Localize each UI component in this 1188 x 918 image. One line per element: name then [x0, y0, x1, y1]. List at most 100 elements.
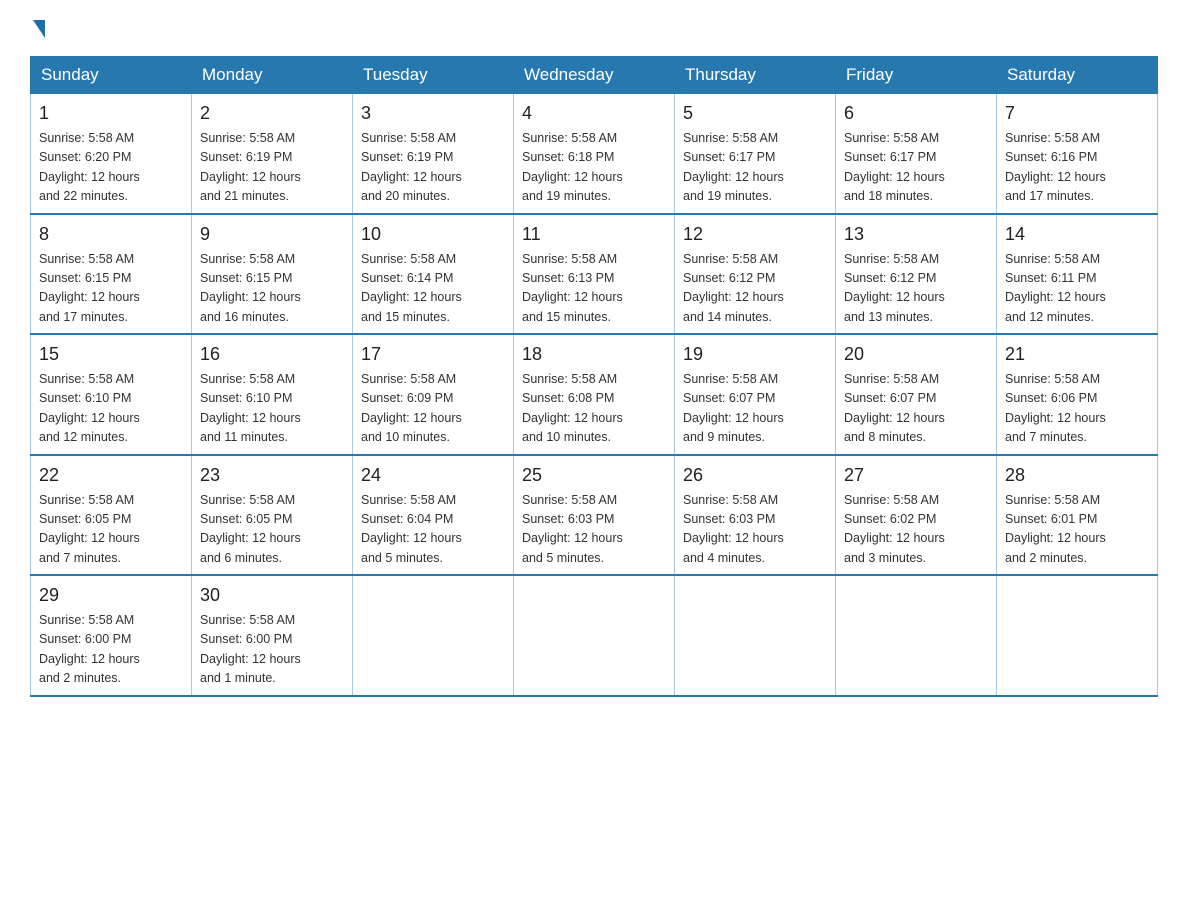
calendar-cell: 21Sunrise: 5:58 AMSunset: 6:06 PMDayligh…	[997, 334, 1158, 455]
day-number: 3	[361, 100, 505, 127]
calendar-cell: 11Sunrise: 5:58 AMSunset: 6:13 PMDayligh…	[514, 214, 675, 335]
day-number: 7	[1005, 100, 1149, 127]
day-number: 24	[361, 462, 505, 489]
calendar-table: SundayMondayTuesdayWednesdayThursdayFrid…	[30, 56, 1158, 697]
day-number: 22	[39, 462, 183, 489]
day-info: Sunrise: 5:58 AMSunset: 6:12 PMDaylight:…	[844, 250, 988, 328]
header-day-friday: Friday	[836, 57, 997, 94]
calendar-cell: 22Sunrise: 5:58 AMSunset: 6:05 PMDayligh…	[31, 455, 192, 576]
day-number: 15	[39, 341, 183, 368]
day-number: 6	[844, 100, 988, 127]
calendar-cell: 20Sunrise: 5:58 AMSunset: 6:07 PMDayligh…	[836, 334, 997, 455]
day-info: Sunrise: 5:58 AMSunset: 6:04 PMDaylight:…	[361, 491, 505, 569]
day-number: 5	[683, 100, 827, 127]
day-number: 19	[683, 341, 827, 368]
day-number: 1	[39, 100, 183, 127]
calendar-cell: 2Sunrise: 5:58 AMSunset: 6:19 PMDaylight…	[192, 94, 353, 214]
calendar-cell: 27Sunrise: 5:58 AMSunset: 6:02 PMDayligh…	[836, 455, 997, 576]
day-number: 28	[1005, 462, 1149, 489]
calendar-cell	[514, 575, 675, 696]
calendar-cell: 28Sunrise: 5:58 AMSunset: 6:01 PMDayligh…	[997, 455, 1158, 576]
day-number: 23	[200, 462, 344, 489]
day-info: Sunrise: 5:58 AMSunset: 6:09 PMDaylight:…	[361, 370, 505, 448]
calendar-week-1: 1Sunrise: 5:58 AMSunset: 6:20 PMDaylight…	[31, 94, 1158, 214]
day-number: 29	[39, 582, 183, 609]
day-number: 26	[683, 462, 827, 489]
day-info: Sunrise: 5:58 AMSunset: 6:15 PMDaylight:…	[200, 250, 344, 328]
calendar-cell: 4Sunrise: 5:58 AMSunset: 6:18 PMDaylight…	[514, 94, 675, 214]
calendar-body: 1Sunrise: 5:58 AMSunset: 6:20 PMDaylight…	[31, 94, 1158, 696]
day-info: Sunrise: 5:58 AMSunset: 6:12 PMDaylight:…	[683, 250, 827, 328]
day-info: Sunrise: 5:58 AMSunset: 6:10 PMDaylight:…	[39, 370, 183, 448]
calendar-cell: 10Sunrise: 5:58 AMSunset: 6:14 PMDayligh…	[353, 214, 514, 335]
day-number: 13	[844, 221, 988, 248]
day-number: 20	[844, 341, 988, 368]
day-info: Sunrise: 5:58 AMSunset: 6:03 PMDaylight:…	[683, 491, 827, 569]
header-day-saturday: Saturday	[997, 57, 1158, 94]
day-info: Sunrise: 5:58 AMSunset: 6:00 PMDaylight:…	[200, 611, 344, 689]
calendar-cell: 5Sunrise: 5:58 AMSunset: 6:17 PMDaylight…	[675, 94, 836, 214]
calendar-cell	[675, 575, 836, 696]
calendar-cell: 29Sunrise: 5:58 AMSunset: 6:00 PMDayligh…	[31, 575, 192, 696]
day-number: 18	[522, 341, 666, 368]
day-info: Sunrise: 5:58 AMSunset: 6:17 PMDaylight:…	[844, 129, 988, 207]
day-info: Sunrise: 5:58 AMSunset: 6:00 PMDaylight:…	[39, 611, 183, 689]
calendar-cell: 6Sunrise: 5:58 AMSunset: 6:17 PMDaylight…	[836, 94, 997, 214]
calendar-cell: 16Sunrise: 5:58 AMSunset: 6:10 PMDayligh…	[192, 334, 353, 455]
day-info: Sunrise: 5:58 AMSunset: 6:05 PMDaylight:…	[200, 491, 344, 569]
day-number: 16	[200, 341, 344, 368]
calendar-cell: 14Sunrise: 5:58 AMSunset: 6:11 PMDayligh…	[997, 214, 1158, 335]
day-number: 30	[200, 582, 344, 609]
calendar-week-3: 15Sunrise: 5:58 AMSunset: 6:10 PMDayligh…	[31, 334, 1158, 455]
calendar-cell: 26Sunrise: 5:58 AMSunset: 6:03 PMDayligh…	[675, 455, 836, 576]
day-info: Sunrise: 5:58 AMSunset: 6:05 PMDaylight:…	[39, 491, 183, 569]
calendar-cell: 9Sunrise: 5:58 AMSunset: 6:15 PMDaylight…	[192, 214, 353, 335]
day-number: 9	[200, 221, 344, 248]
day-info: Sunrise: 5:58 AMSunset: 6:14 PMDaylight:…	[361, 250, 505, 328]
calendar-cell: 1Sunrise: 5:58 AMSunset: 6:20 PMDaylight…	[31, 94, 192, 214]
day-number: 12	[683, 221, 827, 248]
day-info: Sunrise: 5:58 AMSunset: 6:08 PMDaylight:…	[522, 370, 666, 448]
calendar-header: SundayMondayTuesdayWednesdayThursdayFrid…	[31, 57, 1158, 94]
page-header	[30, 20, 1158, 36]
calendar-cell: 18Sunrise: 5:58 AMSunset: 6:08 PMDayligh…	[514, 334, 675, 455]
day-info: Sunrise: 5:58 AMSunset: 6:19 PMDaylight:…	[200, 129, 344, 207]
header-day-wednesday: Wednesday	[514, 57, 675, 94]
calendar-cell	[836, 575, 997, 696]
calendar-cell: 12Sunrise: 5:58 AMSunset: 6:12 PMDayligh…	[675, 214, 836, 335]
day-number: 4	[522, 100, 666, 127]
calendar-cell: 3Sunrise: 5:58 AMSunset: 6:19 PMDaylight…	[353, 94, 514, 214]
day-info: Sunrise: 5:58 AMSunset: 6:10 PMDaylight:…	[200, 370, 344, 448]
calendar-cell: 23Sunrise: 5:58 AMSunset: 6:05 PMDayligh…	[192, 455, 353, 576]
logo	[30, 20, 45, 36]
day-info: Sunrise: 5:58 AMSunset: 6:07 PMDaylight:…	[844, 370, 988, 448]
day-number: 25	[522, 462, 666, 489]
logo-top	[30, 20, 45, 40]
calendar-cell: 19Sunrise: 5:58 AMSunset: 6:07 PMDayligh…	[675, 334, 836, 455]
calendar-cell	[353, 575, 514, 696]
day-info: Sunrise: 5:58 AMSunset: 6:13 PMDaylight:…	[522, 250, 666, 328]
calendar-cell: 7Sunrise: 5:58 AMSunset: 6:16 PMDaylight…	[997, 94, 1158, 214]
day-number: 2	[200, 100, 344, 127]
calendar-cell: 13Sunrise: 5:58 AMSunset: 6:12 PMDayligh…	[836, 214, 997, 335]
calendar-cell: 25Sunrise: 5:58 AMSunset: 6:03 PMDayligh…	[514, 455, 675, 576]
day-number: 21	[1005, 341, 1149, 368]
day-number: 27	[844, 462, 988, 489]
day-info: Sunrise: 5:58 AMSunset: 6:18 PMDaylight:…	[522, 129, 666, 207]
header-day-sunday: Sunday	[31, 57, 192, 94]
calendar-cell: 24Sunrise: 5:58 AMSunset: 6:04 PMDayligh…	[353, 455, 514, 576]
calendar-cell: 15Sunrise: 5:58 AMSunset: 6:10 PMDayligh…	[31, 334, 192, 455]
day-info: Sunrise: 5:58 AMSunset: 6:02 PMDaylight:…	[844, 491, 988, 569]
day-info: Sunrise: 5:58 AMSunset: 6:06 PMDaylight:…	[1005, 370, 1149, 448]
header-day-thursday: Thursday	[675, 57, 836, 94]
day-info: Sunrise: 5:58 AMSunset: 6:15 PMDaylight:…	[39, 250, 183, 328]
day-info: Sunrise: 5:58 AMSunset: 6:17 PMDaylight:…	[683, 129, 827, 207]
calendar-cell: 30Sunrise: 5:58 AMSunset: 6:00 PMDayligh…	[192, 575, 353, 696]
header-day-monday: Monday	[192, 57, 353, 94]
day-info: Sunrise: 5:58 AMSunset: 6:07 PMDaylight:…	[683, 370, 827, 448]
calendar-cell: 8Sunrise: 5:58 AMSunset: 6:15 PMDaylight…	[31, 214, 192, 335]
calendar-week-4: 22Sunrise: 5:58 AMSunset: 6:05 PMDayligh…	[31, 455, 1158, 576]
day-info: Sunrise: 5:58 AMSunset: 6:11 PMDaylight:…	[1005, 250, 1149, 328]
day-number: 8	[39, 221, 183, 248]
calendar-cell: 17Sunrise: 5:58 AMSunset: 6:09 PMDayligh…	[353, 334, 514, 455]
